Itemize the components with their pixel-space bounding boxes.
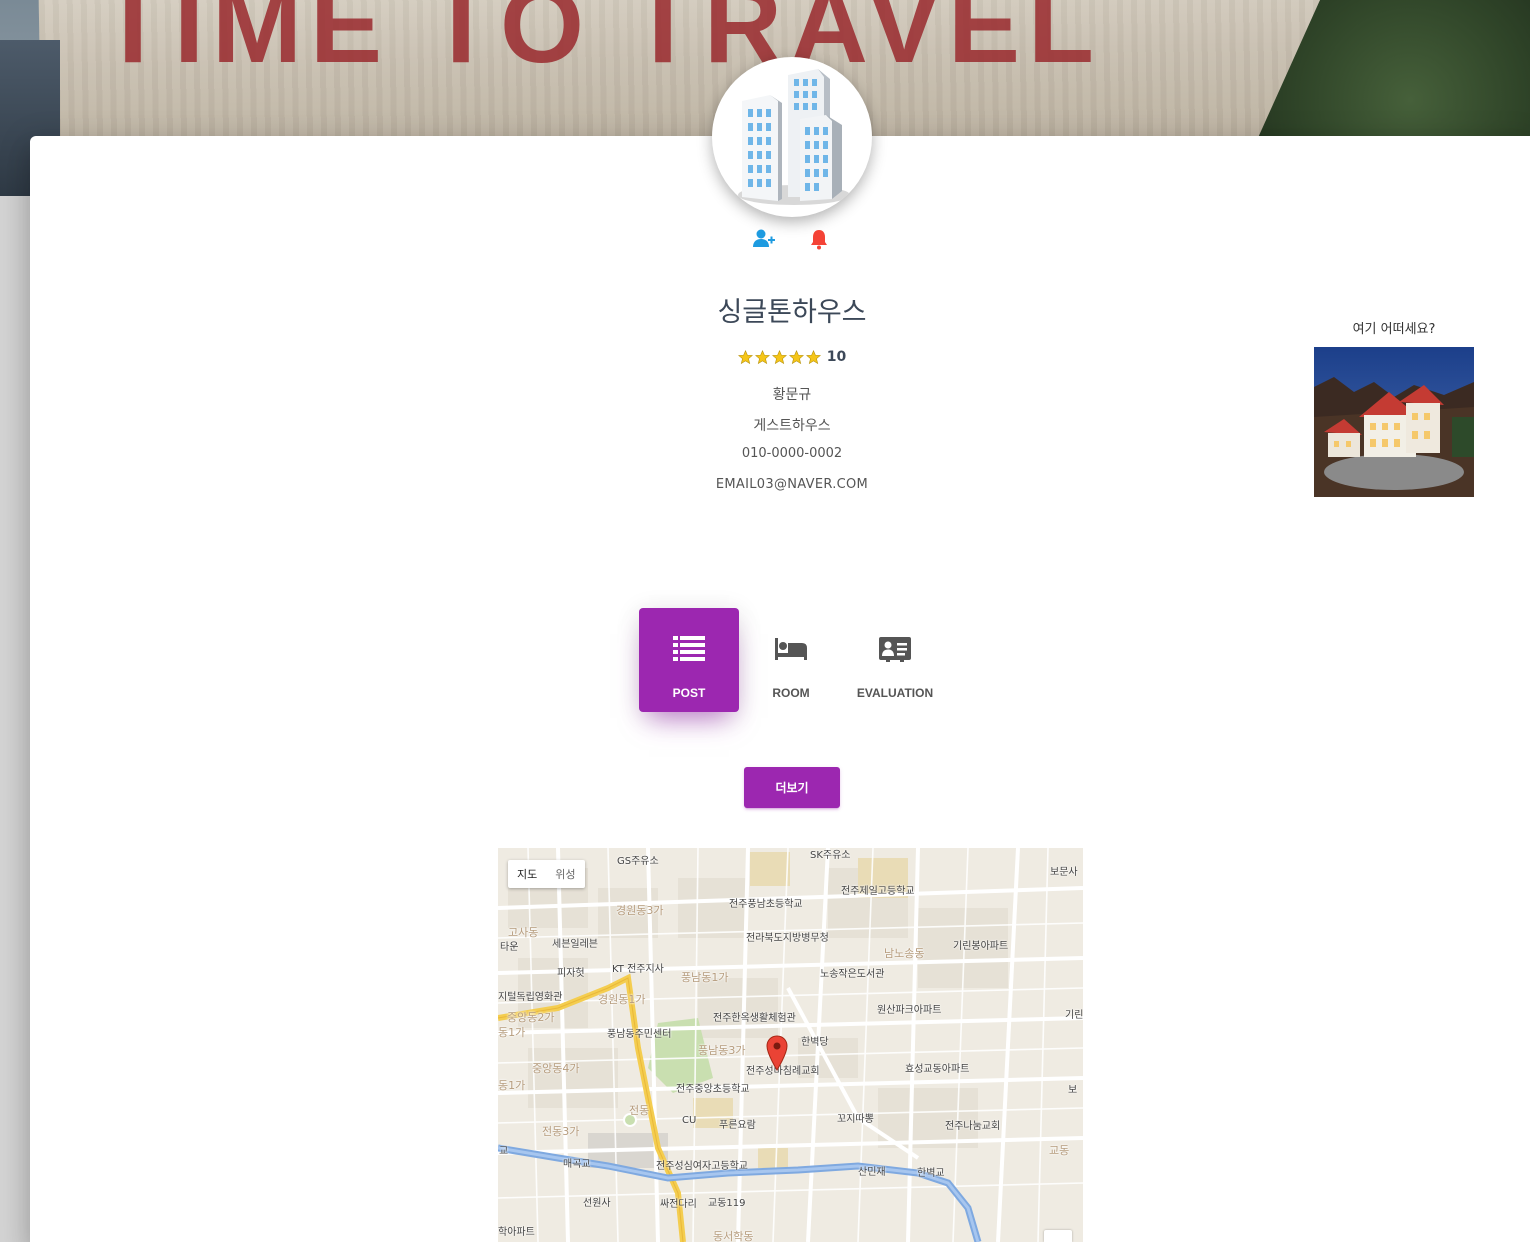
map-type-toggle: 지도 위성 <box>508 860 585 888</box>
map-label: 한벽교 <box>917 1168 945 1179</box>
map-label: 효성교동아파트 <box>905 1064 970 1075</box>
map-label: 타운 <box>500 942 519 953</box>
tab-post-label: POST <box>672 686 706 700</box>
map-label: 교 <box>499 1146 509 1157</box>
map-label: 풍남동1가 <box>681 971 729 984</box>
list-icon <box>673 636 705 661</box>
tab-room-label: ROOM <box>772 686 810 700</box>
tab-evaluation[interactable]: EVALUATION <box>843 608 947 712</box>
page-gutter <box>0 196 30 1242</box>
map-label: 전주제일고등학교 <box>841 886 915 897</box>
map-label: 지털독립영화관 <box>498 992 563 1003</box>
map-label: 전주나눔교회 <box>945 1121 1001 1132</box>
star-icon <box>754 349 770 364</box>
map-label: 풍남동주민센터 <box>607 1029 672 1040</box>
map-label: 매곡교 <box>563 1159 591 1170</box>
map-label: 교동119 <box>708 1198 746 1209</box>
star-rating: 10 <box>600 349 984 365</box>
star-icon <box>737 349 753 364</box>
map-label: 원산파크아파트 <box>877 1005 942 1016</box>
map-label: 동서학동 <box>713 1230 754 1242</box>
map-label: 피자헛 <box>557 968 585 979</box>
more-button[interactable]: 더보기 <box>744 767 840 808</box>
map-type-satellite[interactable]: 위성 <box>546 860 584 888</box>
rating-score: 10 <box>826 349 847 365</box>
star-icon <box>771 349 787 364</box>
map-label: 전동 <box>629 1104 650 1117</box>
map-label: 남노송동 <box>884 947 925 960</box>
tab-post[interactable]: POST <box>639 608 739 712</box>
tab-room[interactable]: ROOM <box>741 608 841 712</box>
map-label: KT 전주지사 <box>612 964 664 975</box>
map-label: 보문사 <box>1050 867 1078 878</box>
map-label: 중앙동4가 <box>532 1062 580 1075</box>
notification-button[interactable] <box>808 228 832 250</box>
map-label: 기린 <box>1065 1010 1084 1021</box>
map-label: 보 <box>1068 1085 1078 1096</box>
map-type-map[interactable]: 지도 <box>508 860 546 888</box>
map-label: CU <box>682 1115 697 1126</box>
recommendation-photo[interactable] <box>1314 347 1474 497</box>
map-label: 전동3가 <box>542 1125 580 1138</box>
map-label: 학아파트 <box>498 1227 535 1238</box>
recommendation-label: 여기 어떠세요? <box>1352 322 1436 337</box>
map-label: 한벽당 <box>801 1037 829 1048</box>
map-label: 전라북도지방병무청 <box>746 933 829 944</box>
email-address: EMAIL03@NAVER.COM <box>715 477 869 492</box>
add-user-icon <box>753 229 775 247</box>
building-icon <box>738 69 850 205</box>
map-label: 교동 <box>1049 1144 1070 1157</box>
map-label: SK주유소 <box>810 850 851 861</box>
star-icon <box>805 349 821 364</box>
map-label: 산민재 <box>858 1167 886 1178</box>
phone-number: 010-0000-0002 <box>741 446 843 461</box>
map-label: 꼬지따뽕 <box>837 1114 874 1125</box>
map-label: 동1가 <box>498 1079 526 1092</box>
star-icon <box>788 349 804 364</box>
map-label: 선원사 <box>583 1198 611 1209</box>
map-label: 푸른요람 <box>719 1120 756 1131</box>
map-label: 기린봉아파트 <box>953 941 1009 952</box>
street-view-pegman-icon[interactable] <box>1044 1230 1072 1242</box>
profile-tabs: POST ROOM EVALUATION <box>639 608 947 712</box>
profile-avatar <box>712 57 872 217</box>
map-label: 중앙동2가 <box>507 1011 555 1024</box>
add-friend-button[interactable] <box>752 228 776 250</box>
map-label: 풍남동3가 <box>698 1044 746 1057</box>
map-label: 동1가 <box>498 1026 526 1039</box>
house-photo <box>1314 347 1474 497</box>
tab-evaluation-label: EVALUATION <box>856 686 934 700</box>
location-pin-icon[interactable] <box>766 1035 788 1075</box>
map-label: 경원동3가 <box>616 904 664 917</box>
bell-icon <box>811 230 827 250</box>
map-label: 경원동1가 <box>598 993 646 1006</box>
accommodation-name: 싱글톤하우스 <box>717 297 867 328</box>
banner-sign-text: TIME TO TRAVEL <box>100 0 1102 85</box>
map-label: 세븐일레븐 <box>552 939 598 950</box>
map-label: GS주유소 <box>617 856 659 867</box>
contact-card-icon <box>879 637 911 662</box>
map-label: 전주성심여자고등학교 <box>656 1161 748 1172</box>
bed-icon <box>775 638 807 660</box>
map-label: 노송작은도서관 <box>820 969 885 980</box>
owner-name: 황문규 <box>772 387 812 403</box>
map-label: 전주풍남초등학교 <box>729 899 803 910</box>
accommodation-type: 게스트하우스 <box>753 418 831 434</box>
map-label: 싸전다리 <box>660 1199 697 1210</box>
map-label: 전주중앙초등학교 <box>676 1084 750 1095</box>
map-label: 전주한옥생활체험관 <box>713 1013 796 1024</box>
